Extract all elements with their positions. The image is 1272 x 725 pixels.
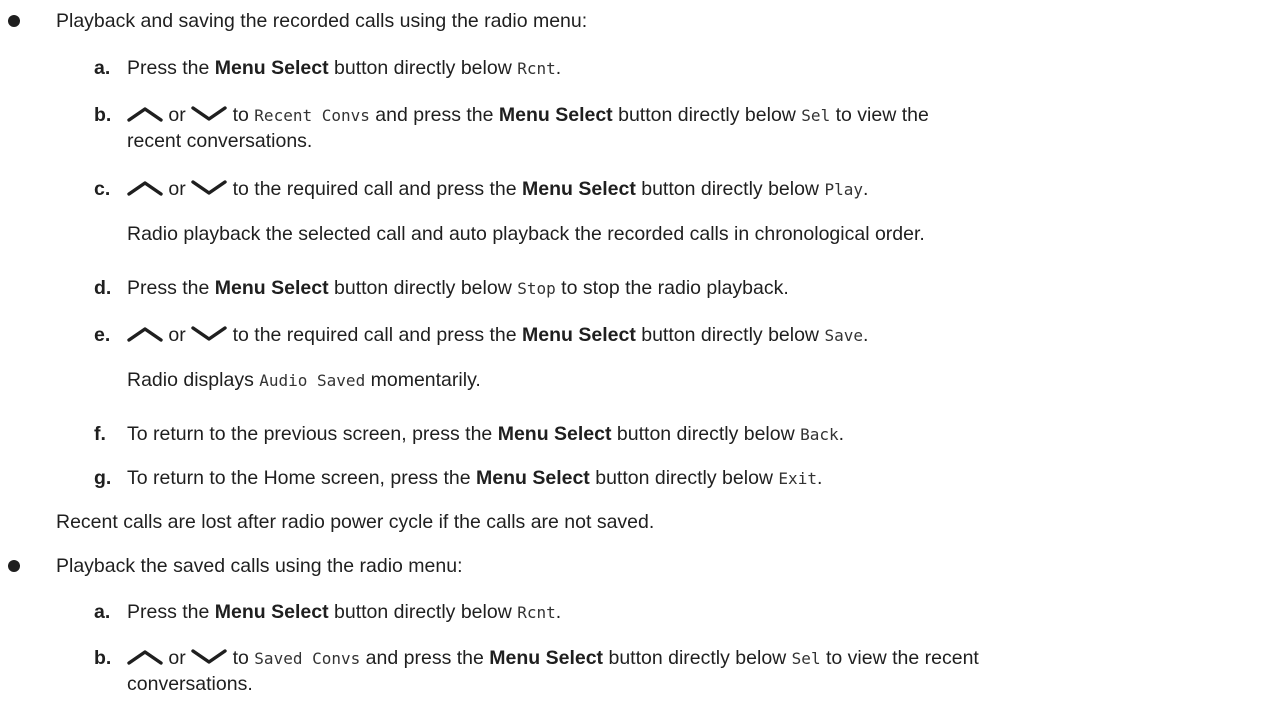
softkey-stop: Stop (517, 279, 556, 298)
chevron-down-icon (191, 180, 227, 196)
step-label: a. (94, 57, 111, 79)
menu-recent-convs: Recent Convs (254, 106, 370, 125)
step-1f: To return to the previous screen, press … (127, 423, 845, 445)
step-1d: Press the Menu Select button directly be… (127, 277, 789, 299)
section-1-heading: Playback and saving the recorded calls u… (56, 10, 588, 32)
step-1e-note: Radio displays Audio Saved momentarily. (127, 369, 481, 391)
step-label: g. (94, 467, 112, 489)
bullet-2 (8, 560, 20, 572)
step-label: b. (94, 647, 112, 669)
step-1c-note: Radio playback the selected call and aut… (127, 223, 925, 245)
softkey-save: Save (824, 326, 863, 345)
step-label: a. (94, 601, 111, 623)
display-audio-saved: Audio Saved (259, 371, 366, 390)
chevron-up-icon (127, 106, 163, 122)
chevron-up-icon (127, 180, 163, 196)
step-label: b. (94, 104, 112, 126)
softkey-rcnt: Rcnt (517, 59, 556, 78)
step-1a: Press the Menu Select button directly be… (127, 57, 562, 79)
step-label: d. (94, 277, 112, 299)
softkey-rcnt: Rcnt (517, 603, 556, 622)
step-1g: To return to the Home screen, press the … (127, 467, 823, 489)
document-page: Playback and saving the recorded calls u… (0, 0, 1272, 725)
step-label: c. (94, 178, 111, 200)
step-1e: or to the required call and press the Me… (127, 322, 868, 349)
step-1b-cont: recent conversations. (127, 130, 313, 152)
chevron-down-icon (191, 106, 227, 122)
step-1b: or to Recent Convs and press the Menu Se… (127, 102, 929, 129)
chevron-up-icon (127, 326, 163, 342)
softkey-exit: Exit (778, 469, 817, 488)
step-2b-cont: conversations. (127, 673, 253, 695)
chevron-down-icon (191, 649, 227, 665)
step-2b: or to Saved Convs and press the Menu Sel… (127, 645, 979, 672)
chevron-up-icon (127, 649, 163, 665)
menu-saved-convs: Saved Convs (254, 649, 361, 668)
softkey-sel: Sel (801, 106, 831, 125)
softkey-sel: Sel (791, 649, 821, 668)
step-2a: Press the Menu Select button directly be… (127, 601, 562, 623)
chevron-down-icon (191, 326, 227, 342)
softkey-back: Back (800, 425, 839, 444)
softkey-play: Play (824, 180, 863, 199)
step-label: f. (94, 423, 106, 445)
section-2-heading: Playback the saved calls using the radio… (56, 555, 463, 577)
step-1c: or to the required call and press the Me… (127, 176, 868, 203)
section-1-footer: Recent calls are lost after radio power … (56, 511, 655, 533)
step-label: e. (94, 324, 111, 346)
bullet-1 (8, 15, 20, 27)
